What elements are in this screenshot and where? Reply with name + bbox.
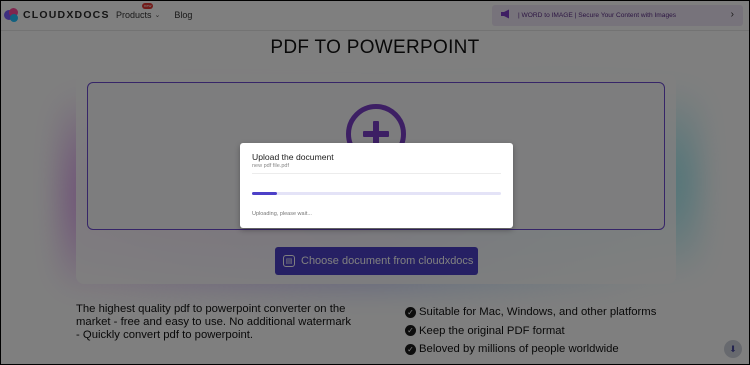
modal-title: Upload the document (252, 152, 334, 162)
upload-progress-bar (252, 192, 501, 195)
uploading-file-name: new pdf file.pdf (252, 163, 289, 169)
upload-status: Uploading, please wait... (252, 211, 312, 217)
upload-progress-fill (252, 192, 277, 195)
upload-modal: Upload the document new pdf file.pdf Upl… (240, 143, 513, 228)
modal-divider (252, 173, 501, 174)
